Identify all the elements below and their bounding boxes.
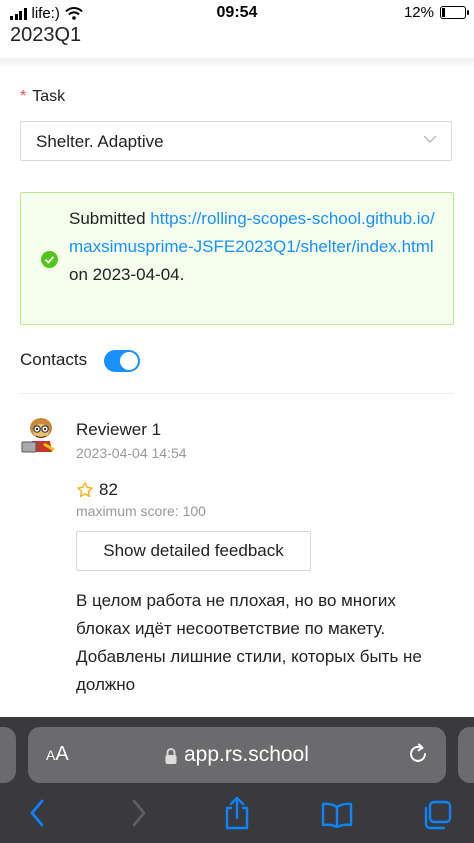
- toggle-knob: [120, 352, 138, 370]
- task-select[interactable]: Shelter. Adaptive: [20, 121, 452, 161]
- contacts-label: Contacts: [20, 350, 88, 369]
- required-mark: *: [20, 88, 27, 105]
- score: 82: [76, 480, 118, 500]
- reviewer-name: Reviewer 1: [76, 420, 162, 439]
- share-icon[interactable]: [223, 796, 251, 830]
- score-value: 82: [99, 480, 118, 499]
- review-date: 2023-04-04 14:54: [76, 445, 187, 461]
- battery-group: 12%: [403, 4, 469, 21]
- previous-tab-preview[interactable]: [0, 727, 16, 783]
- url-text: app.rs.school: [184, 743, 309, 766]
- tabs-icon[interactable]: [422, 800, 452, 830]
- status-bar: life:) 09:54 12%: [0, 0, 474, 26]
- back-icon[interactable]: [28, 798, 46, 828]
- task-select-value: Shelter. Adaptive: [36, 132, 164, 151]
- task-label-text: Task: [32, 88, 66, 105]
- section-divider: [20, 393, 454, 394]
- reload-icon[interactable]: [406, 742, 430, 766]
- chevron-down-icon: [423, 135, 437, 144]
- battery-percent: 12%: [403, 4, 434, 21]
- submission-middle: on: [69, 265, 88, 284]
- submission-date: 2023-04-04.: [92, 265, 185, 284]
- reviewer-avatar: [21, 418, 55, 453]
- text-size-button[interactable]: AA: [46, 743, 69, 766]
- show-feedback-button[interactable]: Show detailed feedback: [76, 531, 311, 571]
- submission-text: Submitted https://rolling-scopes-school.…: [69, 205, 439, 289]
- clock: 09:54: [216, 4, 258, 21]
- forward-icon[interactable]: [130, 798, 148, 828]
- lock-icon: [165, 748, 177, 764]
- next-tab-preview[interactable]: [458, 727, 474, 783]
- address-bar[interactable]: AA app.rs.school: [28, 727, 446, 783]
- task-label: * Task: [20, 88, 65, 106]
- max-score: maximum score: 100: [76, 503, 206, 519]
- review-comment: В целом работа не плохая, но во многих б…: [76, 591, 422, 694]
- bookmarks-icon[interactable]: [321, 802, 353, 828]
- contacts-toggle[interactable]: [104, 350, 140, 372]
- page-title: 2023Q1: [10, 24, 82, 46]
- star-icon: [77, 482, 93, 498]
- battery-icon: [440, 6, 469, 19]
- submission-alert: Submitted https://rolling-scopes-school.…: [20, 192, 454, 325]
- submission-prefix: Submitted: [69, 209, 146, 228]
- check-circle-icon: [41, 251, 58, 268]
- header-divider: [0, 58, 474, 68]
